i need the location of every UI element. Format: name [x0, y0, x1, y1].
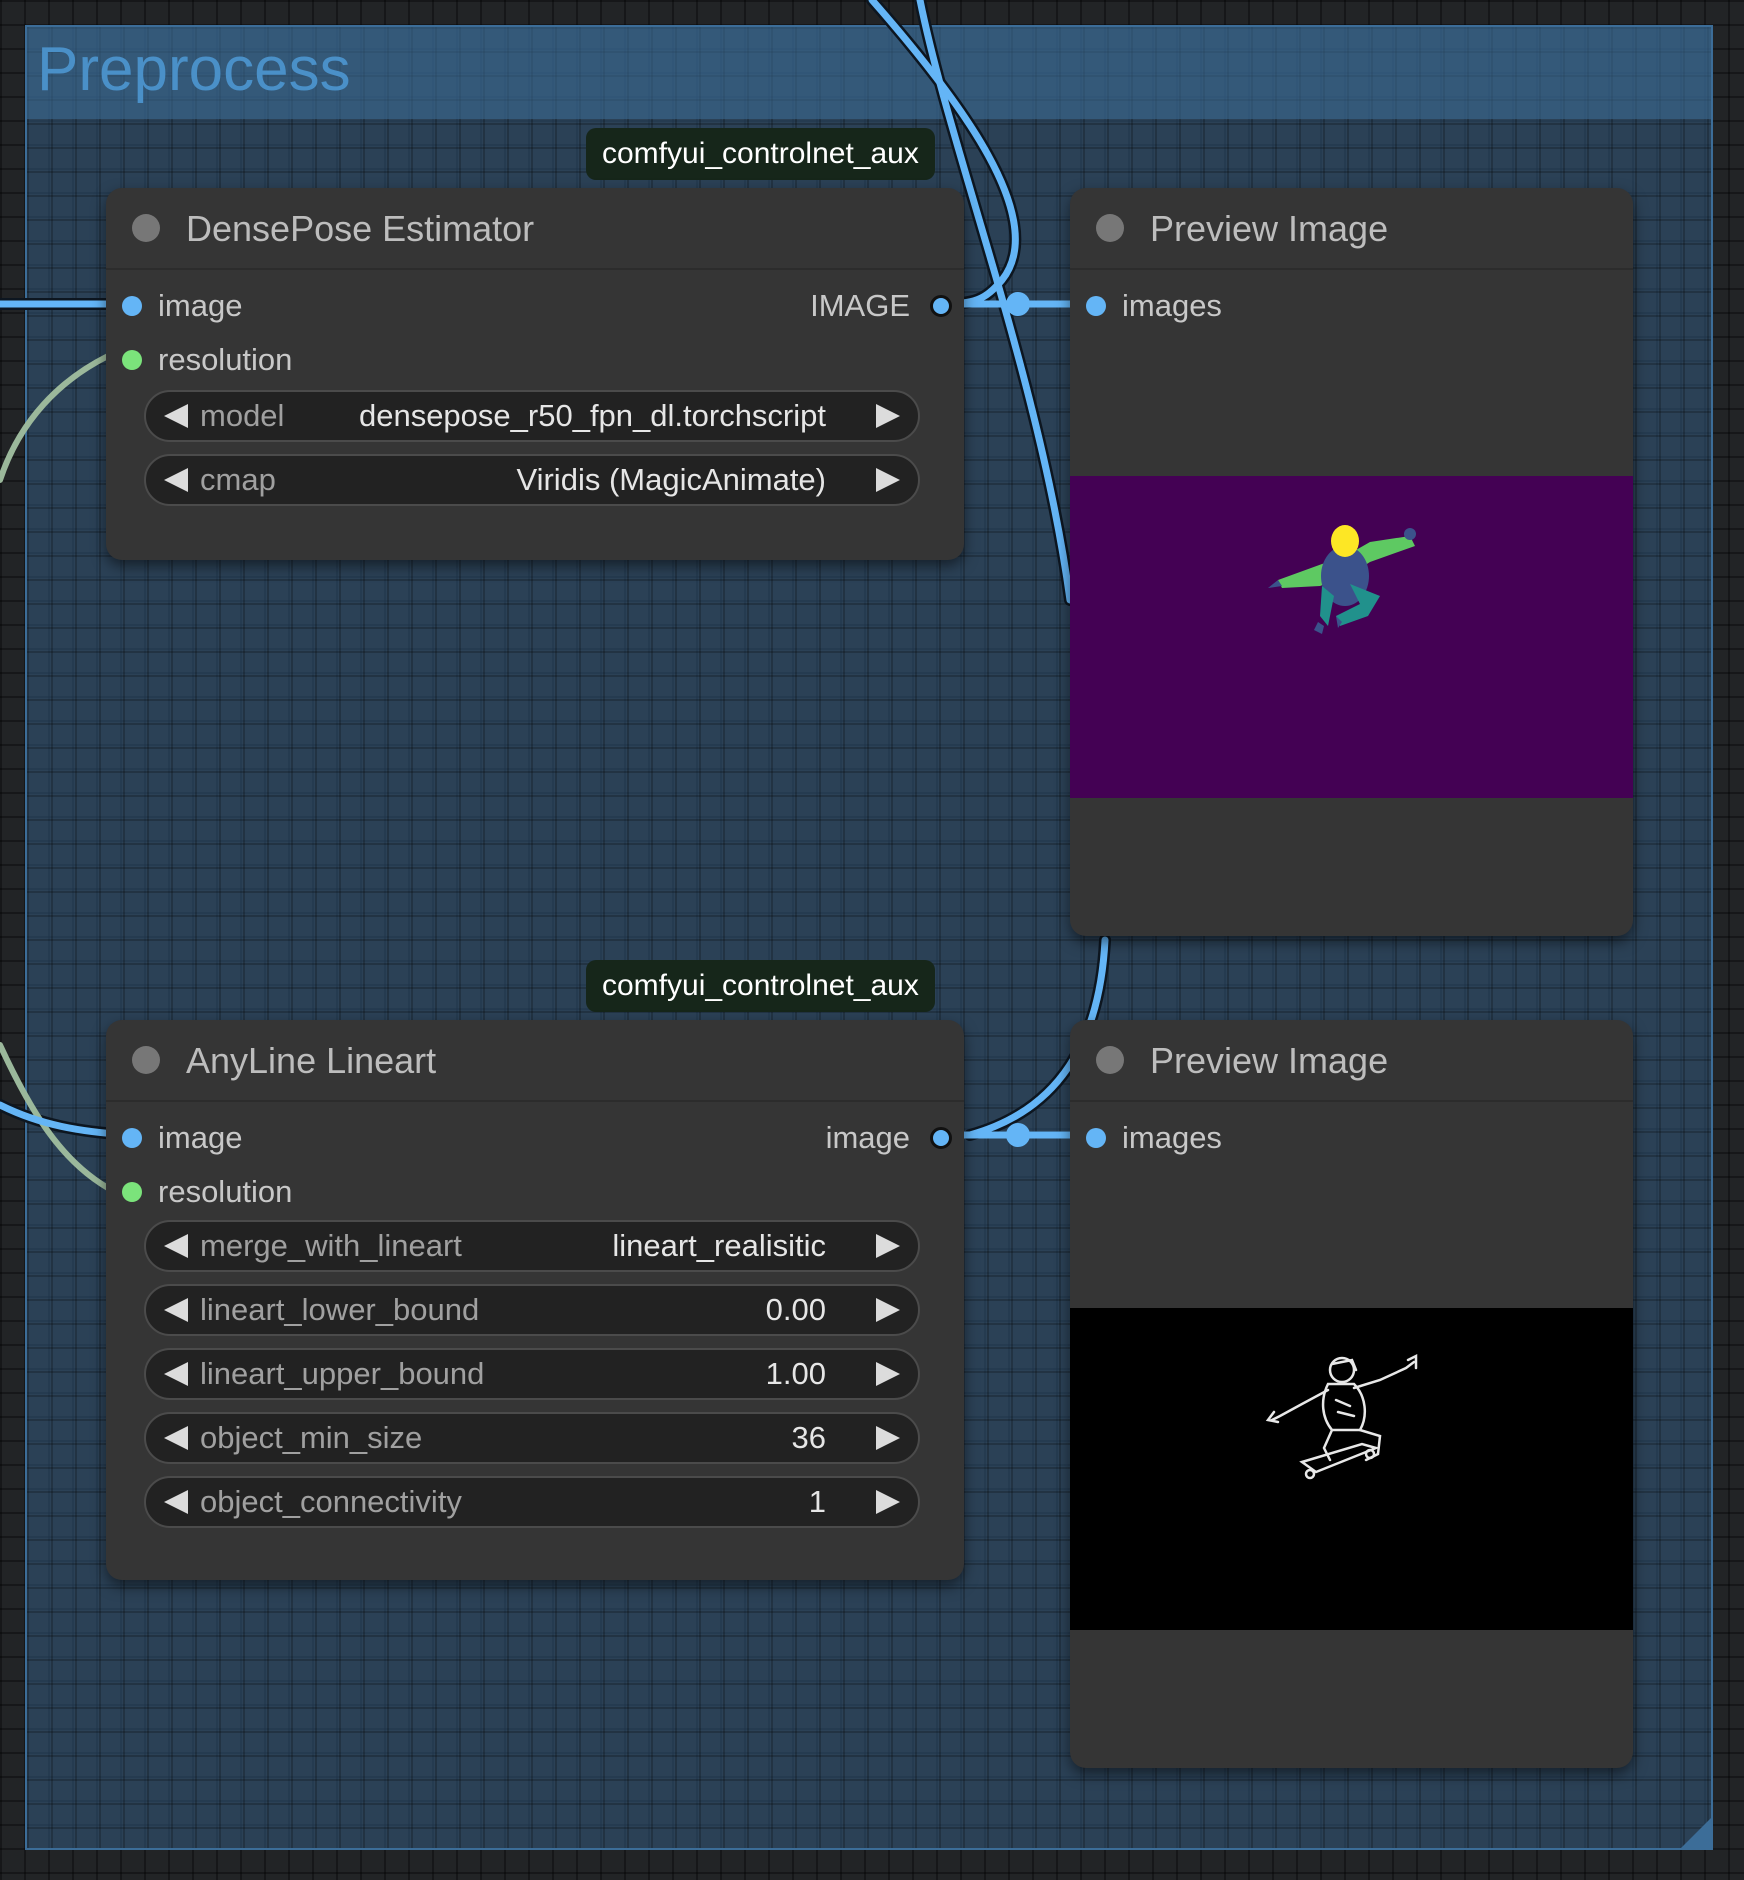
node-title: AnyLine Lineart	[186, 1040, 437, 1081]
widget-label: merge_with_lineart	[200, 1228, 462, 1263]
input-dot-image[interactable]	[122, 1128, 142, 1148]
group-title: Preprocess	[37, 35, 351, 104]
increment-arrow-icon[interactable]	[876, 1298, 900, 1322]
slot-label: image	[158, 288, 243, 323]
node-header[interactable]: DensePose Estimator	[106, 188, 964, 270]
node-header[interactable]: Preview Image	[1070, 188, 1633, 270]
slot-label: resolution	[158, 1174, 293, 1209]
number-lineart-lower-bound[interactable]: lineart_lower_bound 0.00	[144, 1284, 920, 1336]
node-anyline-lineart[interactable]: AnyLine Lineart image image resolution m…	[106, 1020, 964, 1580]
combo-cmap[interactable]: cmap Viridis (MagicAnimate)	[144, 454, 920, 506]
input-dot-resolution[interactable]	[122, 1182, 142, 1202]
widget-label: object_min_size	[200, 1420, 423, 1455]
output-label: image	[825, 1120, 910, 1155]
input-slot-images[interactable]: images	[1070, 1118, 1633, 1158]
slot-label: resolution	[158, 342, 293, 377]
node-title: Preview Image	[1150, 1040, 1389, 1081]
input-dot-images[interactable]	[1086, 1128, 1106, 1148]
input-slot-image[interactable]: image IMAGE	[106, 286, 964, 326]
number-object-min-size[interactable]: object_min_size 36	[144, 1412, 920, 1464]
input-slot-images[interactable]: images	[1070, 286, 1633, 326]
lineart-figure	[1265, 1353, 1418, 1480]
node-source-badge: comfyui_controlnet_aux	[586, 960, 935, 1012]
node-preview-image[interactable]: Preview Image images	[1070, 1020, 1633, 1768]
input-slot-image[interactable]: image image	[106, 1118, 964, 1158]
widget-value: 1.00	[765, 1356, 826, 1391]
densepose-preview-image	[1070, 476, 1633, 798]
widget-label: cmap	[200, 462, 276, 497]
group-resize-handle[interactable]	[1681, 1818, 1711, 1848]
input-dot-images[interactable]	[1086, 296, 1106, 316]
node-collapse-dot[interactable]	[132, 214, 160, 242]
output-dot-image[interactable]	[930, 295, 952, 317]
number-object-connectivity[interactable]: object_connectivity 1	[144, 1476, 920, 1528]
widget-value: 1	[808, 1484, 826, 1519]
increment-arrow-icon[interactable]	[876, 1234, 900, 1258]
decrement-arrow-icon[interactable]	[164, 1362, 188, 1386]
widget-value: 0.00	[765, 1292, 826, 1327]
widget-label: object_connectivity	[200, 1484, 462, 1519]
decrement-arrow-icon[interactable]	[164, 1234, 188, 1258]
densepose-figure	[1268, 525, 1416, 634]
node-preview-image[interactable]: Preview Image images	[1070, 188, 1633, 936]
slot-label: images	[1122, 288, 1222, 323]
increment-arrow-icon[interactable]	[876, 1490, 900, 1514]
node-collapse-dot[interactable]	[132, 1046, 160, 1074]
widget-label: lineart_lower_bound	[200, 1292, 480, 1327]
node-source-badge: comfyui_controlnet_aux	[586, 128, 935, 180]
input-slot-resolution[interactable]: resolution	[106, 1172, 964, 1212]
node-header[interactable]: AnyLine Lineart	[106, 1020, 964, 1102]
decrement-arrow-icon[interactable]	[164, 1490, 188, 1514]
lineart-preview-image	[1070, 1308, 1633, 1630]
node-collapse-dot[interactable]	[1096, 214, 1124, 242]
node-title: Preview Image	[1150, 208, 1389, 249]
input-slot-resolution[interactable]: resolution	[106, 340, 964, 380]
decrement-arrow-icon[interactable]	[164, 468, 188, 492]
increment-arrow-icon[interactable]	[876, 1362, 900, 1386]
widget-label: model	[200, 398, 285, 433]
output-label: IMAGE	[810, 288, 910, 323]
number-lineart-upper-bound[interactable]: lineart_upper_bound 1.00	[144, 1348, 920, 1400]
increment-arrow-icon[interactable]	[876, 1426, 900, 1450]
node-header[interactable]: Preview Image	[1070, 1020, 1633, 1102]
widget-label: lineart_upper_bound	[200, 1356, 485, 1391]
increment-arrow-icon[interactable]	[876, 404, 900, 428]
input-dot-image[interactable]	[122, 296, 142, 316]
widget-value: lineart_realisitic	[612, 1228, 826, 1263]
node-title: DensePose Estimator	[186, 208, 535, 249]
input-dot-resolution[interactable]	[122, 350, 142, 370]
combo-model[interactable]: model densepose_r50_fpn_dl.torchscript	[144, 390, 920, 442]
slot-label: image	[158, 1120, 243, 1155]
combo-merge-with-lineart[interactable]: merge_with_lineart lineart_realisitic	[144, 1220, 920, 1272]
node-collapse-dot[interactable]	[1096, 1046, 1124, 1074]
widget-value: Viridis (MagicAnimate)	[516, 462, 826, 497]
node-densepose-estimator[interactable]: DensePose Estimator image IMAGE resoluti…	[106, 188, 964, 560]
widget-value: 36	[791, 1420, 826, 1455]
decrement-arrow-icon[interactable]	[164, 404, 188, 428]
widget-value: densepose_r50_fpn_dl.torchscript	[358, 398, 826, 433]
increment-arrow-icon[interactable]	[876, 468, 900, 492]
slot-label: images	[1122, 1120, 1222, 1155]
decrement-arrow-icon[interactable]	[164, 1426, 188, 1450]
output-dot-image[interactable]	[930, 1127, 952, 1149]
group-header[interactable]: Preprocess	[27, 27, 1711, 119]
decrement-arrow-icon[interactable]	[164, 1298, 188, 1322]
